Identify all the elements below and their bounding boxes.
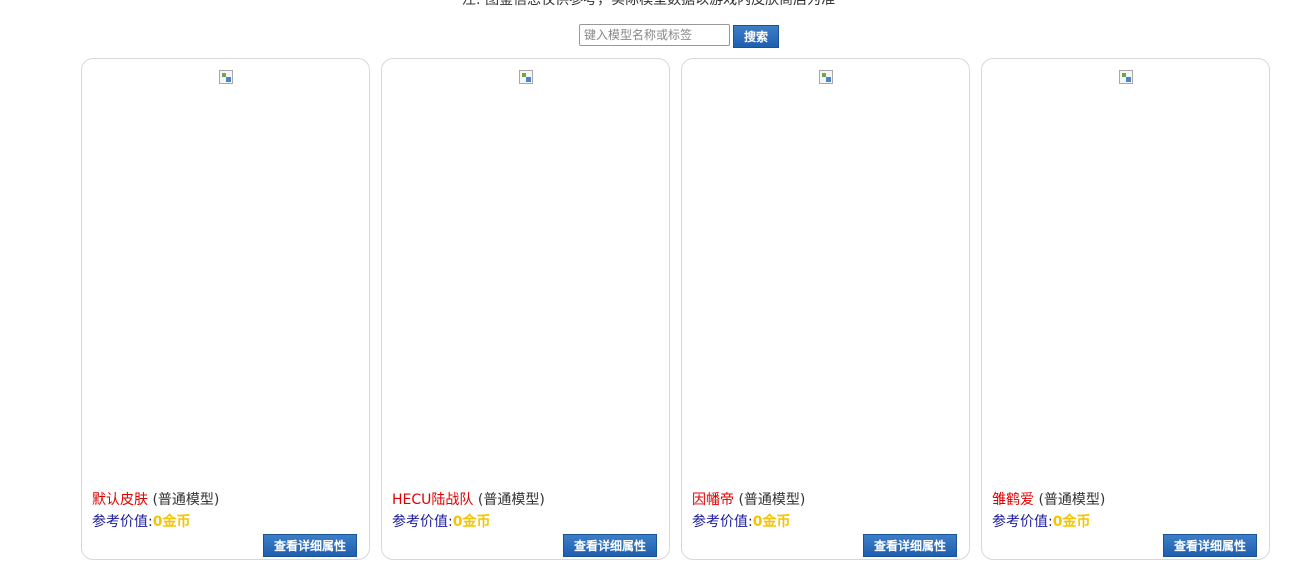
price-line: 参考价值:0金币 [392, 513, 490, 531]
skin-type: (普通模型) [738, 492, 806, 508]
skin-card: 雏鹤爱 (普通模型) 参考价值:0金币 查看详细属性 [981, 58, 1270, 560]
skin-card: 默认皮肤 (普通模型) 参考价值:0金币 查看详细属性 [81, 58, 370, 560]
skin-name-line: 因幡帝 (普通模型) [692, 491, 805, 509]
price-value: 0金币 [1052, 514, 1091, 530]
broken-image-icon [519, 70, 533, 84]
skin-type: (普通模型) [477, 492, 545, 508]
view-details-button[interactable]: 查看详细属性 [863, 534, 957, 557]
notice-text: 注: 图鉴信息仅供参考，实际模型数据以游戏内皮肤商店为准 [461, 0, 836, 8]
search-input[interactable] [579, 24, 730, 46]
skin-name-line: 默认皮肤 (普通模型) [92, 491, 219, 509]
broken-image-icon [819, 70, 833, 84]
price-value: 0金币 [452, 514, 491, 530]
broken-image-icon [219, 70, 233, 84]
price-value: 0金币 [152, 514, 191, 530]
skin-card: HECU陆战队 (普通模型) 参考价值:0金币 查看详细属性 [381, 58, 670, 560]
skin-name: HECU陆战队 [392, 492, 474, 508]
price-value: 0金币 [752, 514, 791, 530]
skin-type: (普通模型) [152, 492, 220, 508]
view-details-button[interactable]: 查看详细属性 [1163, 534, 1257, 557]
skin-name-line: HECU陆战队 (普通模型) [392, 491, 545, 509]
skin-type: (普通模型) [1038, 492, 1106, 508]
skin-name: 因幡帝 [692, 492, 734, 508]
skin-card: 因幡帝 (普通模型) 参考价值:0金币 查看详细属性 [681, 58, 970, 560]
view-details-button[interactable]: 查看详细属性 [563, 534, 657, 557]
view-details-button[interactable]: 查看详细属性 [263, 534, 357, 557]
price-line: 参考价值:0金币 [992, 513, 1090, 531]
price-line: 参考价值:0金币 [92, 513, 190, 531]
price-label: 参考价值: [692, 514, 753, 530]
price-label: 参考价值: [92, 514, 153, 530]
price-line: 参考价值:0金币 [692, 513, 790, 531]
skin-name: 默认皮肤 [92, 492, 148, 508]
price-label: 参考价值: [392, 514, 453, 530]
broken-image-icon [1119, 70, 1133, 84]
search-button[interactable]: 搜索 [733, 25, 779, 48]
skin-name: 雏鹤爱 [992, 492, 1034, 508]
skin-name-line: 雏鹤爱 (普通模型) [992, 491, 1105, 509]
price-label: 参考价值: [992, 514, 1053, 530]
